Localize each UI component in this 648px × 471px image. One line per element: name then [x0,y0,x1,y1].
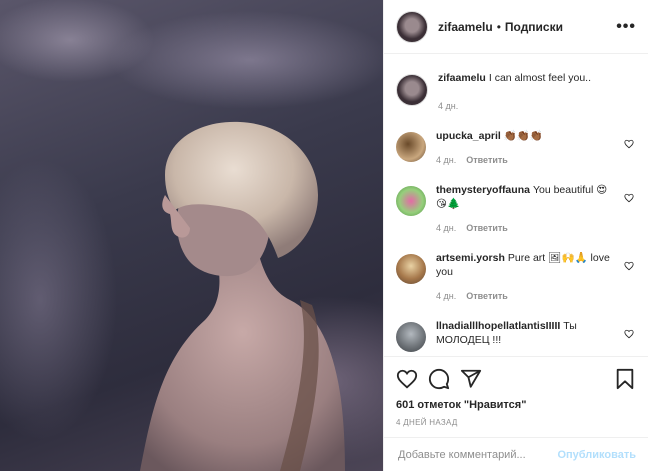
comment-text: 👏🏾👏🏾👏🏾 [503,130,544,142]
bookmark-icon[interactable] [614,368,636,390]
comment-item: llnadialllhopellatlantisIIIII Ты МОЛОДЕЦ … [396,319,636,352]
post-header: zifaamelu • Подписки ••• [384,0,648,54]
comment-item: themysteryoffauna You beautiful 😍😘🌲 4 дн.… [396,183,636,235]
comment-username[interactable]: themysteryoffauna [436,184,530,196]
add-comment-bar: Опубликовать [384,437,648,471]
caption-text: I can almost feel you.. [488,72,591,84]
commenter-avatar[interactable] [396,186,426,216]
commenter-avatar[interactable] [396,322,426,352]
publish-button[interactable]: Опубликовать [557,449,636,461]
reply-button[interactable]: Ответить [466,291,508,301]
comment-username[interactable]: upucka_april [436,130,501,142]
post-actions: 601 отметок "Нравится" 4 ДНЕЙ НАЗАД [384,356,648,427]
like-comment-heart-icon[interactable] [624,329,634,339]
comment-username[interactable]: artsemi.yorsh [436,252,505,264]
following-button[interactable]: Подписки [505,20,563,34]
likes-count[interactable]: 601 отметок "Нравится" [396,399,636,411]
like-comment-heart-icon[interactable] [624,261,634,271]
portrait-illustration [140,121,345,471]
likes-number[interactable]: 601 отметок [396,399,461,411]
comment-item: artsemi.yorsh Pure art 🖼🙌🙏 love you 4 дн.… [396,251,636,303]
author-avatar[interactable] [396,10,428,43]
comment-input[interactable] [396,447,558,462]
commenter-avatar[interactable] [396,132,426,162]
commenter-avatar[interactable] [396,254,426,284]
author-username[interactable]: zifaamelu [438,20,493,34]
post-side-panel: zifaamelu • Подписки ••• zifaamelu I can … [383,0,648,471]
reply-button[interactable]: Ответить [466,155,508,165]
separator-dot: • [496,19,501,34]
comment-time: 4 дн. [436,223,457,233]
like-comment-heart-icon[interactable] [624,193,634,203]
post-photo [0,0,383,471]
comment-username[interactable]: llnadialllhopellatlantisIIIII [436,320,560,332]
reply-button[interactable]: Ответить [466,223,508,233]
caption-time: 4 дн. [438,101,459,111]
comment-time: 4 дн. [436,155,457,165]
comments-list[interactable]: zifaamelu I can almost feel you.. 4 дн. u… [384,55,648,353]
caption-avatar[interactable] [396,74,428,106]
heart-icon[interactable] [396,368,418,390]
caption-username[interactable]: zifaamelu [438,72,486,84]
comment-time: 4 дн. [436,291,457,301]
post-time-ago[interactable]: 4 ДНЕЙ НАЗАД [396,418,636,427]
comment-icon[interactable] [428,368,450,390]
share-icon[interactable] [460,368,482,390]
comment-item: upucka_april 👏🏾👏🏾👏🏾 4 дн. Ответить [396,129,636,167]
like-comment-heart-icon[interactable] [624,139,634,149]
more-options-icon[interactable]: ••• [616,18,636,36]
instagram-post-modal: zifaamelu • Подписки ••• zifaamelu I can … [0,0,648,471]
likes-suffix: "Нравится" [463,399,527,411]
caption: zifaamelu I can almost feel you.. 4 дн. [396,71,636,113]
